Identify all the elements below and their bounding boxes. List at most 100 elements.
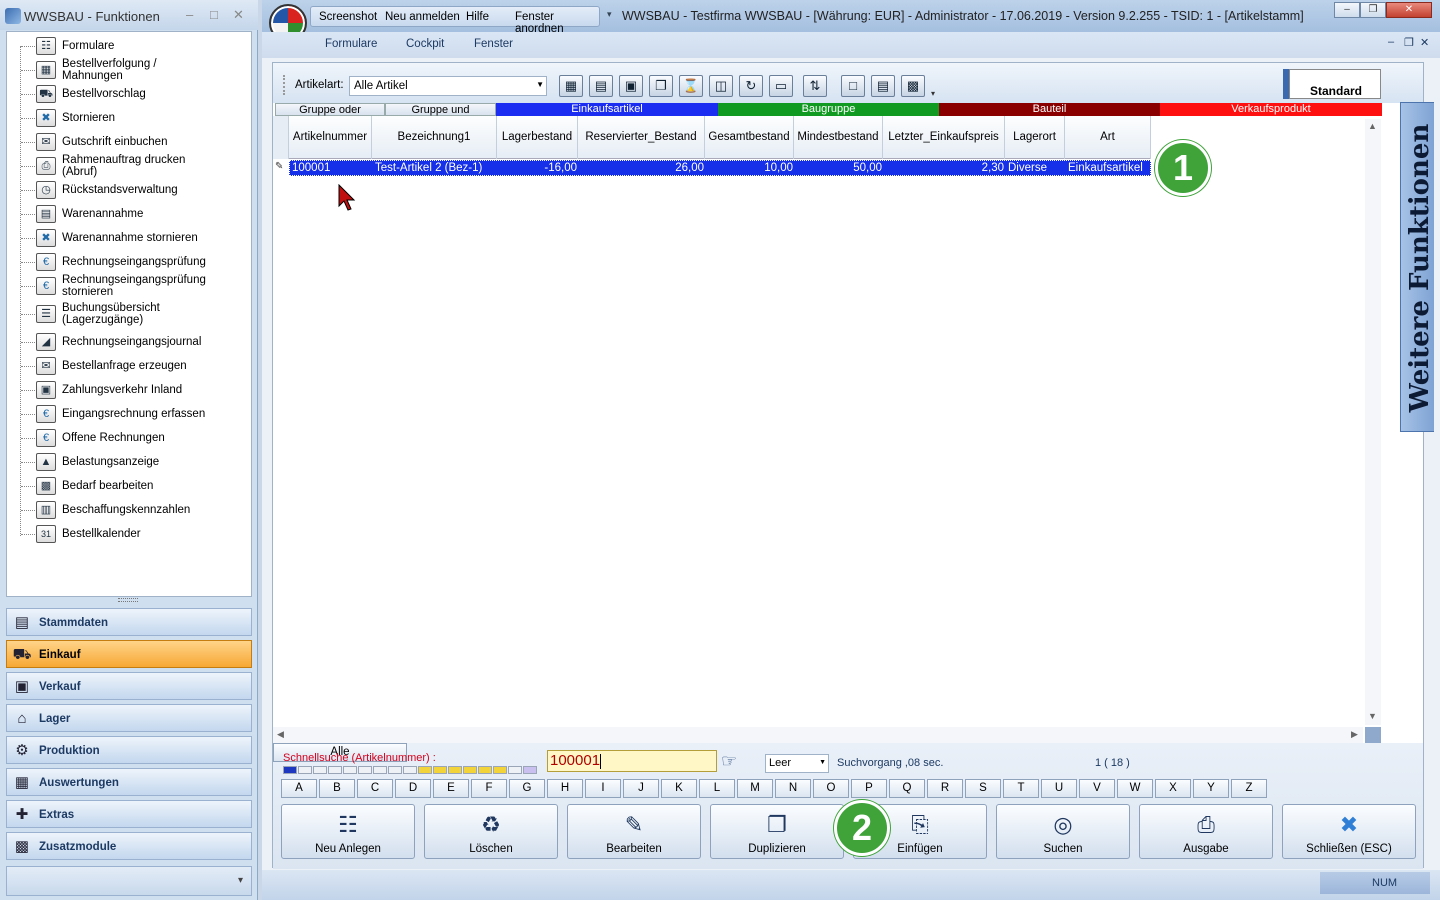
stack-icon[interactable]: ▤ (589, 75, 613, 97)
artikelart-select[interactable]: Alle Artikel ▼ (349, 76, 547, 96)
close-icon[interactable]: ✕ (233, 7, 244, 23)
letter-filter-y[interactable]: Y (1193, 779, 1229, 798)
column-header-lagerort[interactable]: Lagerort (1005, 116, 1065, 159)
letter-filter-a[interactable]: A (281, 779, 317, 798)
minimize-icon[interactable]: – (186, 7, 193, 22)
neu-anlegen-button[interactable]: ☷ Neu Anlegen (281, 804, 415, 859)
tree-item[interactable]: ▣ Zahlungsverkehr Inland (7, 378, 247, 402)
row-selector-icon[interactable]: ✎ (275, 161, 287, 175)
column-header-artikelnummer[interactable]: Artikelnummer (289, 116, 372, 159)
tree-item[interactable]: ✉ Bestellanfrage erzeugen (7, 354, 247, 378)
column-header-art[interactable]: Art (1065, 116, 1151, 159)
group-header-verkaufsprodukt[interactable]: Verkaufsprodukt (1160, 103, 1382, 116)
tree-item[interactable]: ▲ Belastungsanzeige (7, 450, 247, 474)
menu-formulare[interactable]: Formulare (325, 38, 377, 50)
tree-item[interactable]: € Rechnungseingangsprüfung stornieren (7, 274, 247, 298)
window-icon[interactable]: ▤ (871, 75, 895, 97)
menu-fenster[interactable]: Fenster (474, 38, 513, 50)
letter-filter-t[interactable]: T (1003, 779, 1039, 798)
layout-icon[interactable]: ▩ (901, 75, 925, 97)
module-verkauf[interactable]: ▣ Verkauf (6, 672, 252, 700)
module-extras[interactable]: ✚ Extras (6, 800, 252, 828)
letter-filter-w[interactable]: W (1117, 779, 1153, 798)
tree-item[interactable]: ◢ Rechnungseingangsjournal (7, 330, 247, 354)
module-produktion[interactable]: ⚙ Produktion (6, 736, 252, 764)
tree-item[interactable]: ✖ Stornieren (7, 106, 247, 130)
table-row[interactable]: 100001 Test-Artikel 2 (Bez-1) -16,00 26,00 1… (289, 160, 1151, 176)
column-header-mindestbestand[interactable]: Mindestbestand (794, 116, 883, 159)
tree-item[interactable]: ▤ Warenannahme (7, 202, 247, 226)
module-lager[interactable]: ⌂ Lager (6, 704, 252, 732)
pointing-hand-icon[interactable]: ☞ (721, 751, 753, 771)
ausgabe-button[interactable]: ⎙ Ausgabe (1139, 804, 1273, 859)
tree-item[interactable]: ◷ Rückstandsverwaltung (7, 178, 247, 202)
column-header-lagerbestand[interactable]: Lagerbestand (497, 116, 578, 159)
group-header-bauteil[interactable]: Bauteil (939, 103, 1160, 116)
image-icon[interactable]: ▣ (619, 75, 643, 97)
bearbeiten-button[interactable]: ✎ Bearbeiten (567, 804, 701, 859)
tree-item[interactable]: 31 Bestellkalender (7, 522, 247, 546)
scroll-left-icon[interactable]: ◀ (277, 729, 284, 740)
module-zusatzmodule[interactable]: ▩ Zusatzmodule (6, 832, 252, 860)
vertical-scrollbar[interactable]: ▲ ▼ (1365, 119, 1381, 725)
copy-icon[interactable]: ❐ (649, 75, 673, 97)
letter-filter-s[interactable]: S (965, 779, 1001, 798)
letter-filter-g[interactable]: G (509, 779, 545, 798)
letter-filter-f[interactable]: F (471, 779, 507, 798)
column-header-gesamtbestand[interactable]: Gesamtbestand (705, 116, 794, 159)
chevron-down-icon[interactable]: ▾ (238, 875, 243, 886)
weitere-funktionen-tab[interactable]: Weitere Funktionen (1400, 102, 1435, 432)
tree-item[interactable]: € Eingangsrechnung erfassen (7, 402, 247, 426)
qat-screenshot[interactable]: Screenshot (319, 11, 377, 23)
field-icon[interactable]: ▭ (769, 75, 793, 97)
page-icon[interactable]: □ (841, 75, 865, 97)
letter-filter-u[interactable]: U (1041, 779, 1077, 798)
duplizieren-button[interactable]: ❐ Duplizieren (710, 804, 844, 859)
mdi-restore-icon[interactable]: ❐ (1404, 36, 1414, 49)
tree-item[interactable]: ▥ Beschaffungskennzahlen (7, 498, 247, 522)
letter-filter-e[interactable]: E (433, 779, 469, 798)
mdi-close-icon[interactable]: ✕ (1420, 36, 1429, 49)
letter-filter-h[interactable]: H (547, 779, 583, 798)
qat-hilfe[interactable]: Hilfe (466, 11, 489, 23)
sort-icon[interactable]: ⇅ (803, 75, 827, 97)
tree-item[interactable]: ▦ Bestellverfolgung / Mahnungen (7, 58, 247, 82)
column-header-reservierter_bestand[interactable]: Reservierter_Bestand (578, 116, 705, 159)
column-header-letzter_einkaufspreis[interactable]: Letzter_Einkaufspreis (883, 116, 1005, 159)
horizontal-scrollbar[interactable]: ◀ ▶ (273, 727, 1363, 743)
letter-filter-b[interactable]: B (319, 779, 355, 798)
close-icon[interactable]: ✕ (1386, 2, 1432, 18)
group-header-einkaufsartikel[interactable]: Einkaufsartikel (496, 103, 718, 116)
letter-filter-x[interactable]: X (1155, 779, 1191, 798)
menu-cockpit[interactable]: Cockpit (406, 38, 444, 50)
tree-item[interactable]: € Offene Rechnungen (7, 426, 247, 450)
tree-item[interactable]: ⎙ Rahmenauftrag drucken (Abruf) (7, 154, 247, 178)
scroll-down-icon[interactable]: ▼ (1368, 711, 1377, 721)
tree-item[interactable]: ▩ Bedarf bearbeiten (7, 474, 247, 498)
tree-item[interactable]: € Rechnungseingangsprüfung (7, 250, 247, 274)
group-header-gruppe-oder[interactable]: Gruppe oder (275, 103, 385, 116)
letter-filter-m[interactable]: M (737, 779, 773, 798)
letter-filter-p[interactable]: P (851, 779, 887, 798)
tree-item[interactable]: ✉ Gutschrift einbuchen (7, 130, 247, 154)
minimize-icon[interactable]: – (1334, 2, 1360, 18)
scroll-up-icon[interactable]: ▲ (1368, 121, 1377, 131)
group-header-baugruppe[interactable]: Baugruppe (718, 103, 939, 116)
column-header-bezeichnung1[interactable]: Bezeichnung1 (372, 116, 497, 159)
module-auswertungen[interactable]: ▦ Auswertungen (6, 768, 252, 796)
module-stammdaten[interactable]: ▤ Stammdaten (6, 608, 252, 636)
letter-filter-i[interactable]: I (585, 779, 621, 798)
tree-item[interactable]: ☷ Formulare (7, 34, 247, 58)
löschen-button[interactable]: ♻ Löschen (424, 804, 558, 859)
search-mode-select[interactable]: Leer ▼ (765, 754, 829, 773)
letter-filter-j[interactable]: J (623, 779, 659, 798)
letter-filter-z[interactable]: Z (1231, 779, 1267, 798)
schließen-esc-button[interactable]: ✖ Schließen (ESC) (1282, 804, 1416, 859)
grid-view-icon[interactable]: ▦ (559, 75, 583, 97)
letter-filter-c[interactable]: C (357, 779, 393, 798)
refresh-doc-icon[interactable]: ↻ (739, 75, 763, 97)
quick-search-input[interactable]: 100001 (547, 750, 717, 772)
suchen-button[interactable]: ◎ Suchen (996, 804, 1130, 859)
qat-neu-anmelden[interactable]: Neu anmelden (385, 11, 460, 23)
splitter-handle[interactable] (118, 598, 138, 602)
